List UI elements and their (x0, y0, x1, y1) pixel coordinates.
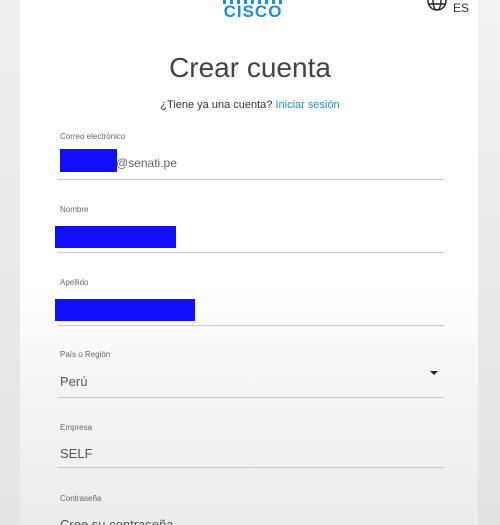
globe-icon (427, 0, 447, 11)
password-placeholder: Cree su contraseña (60, 517, 174, 525)
signin-prompt-text: ¿Tiene ya una cuenta? (160, 99, 273, 111)
logo-text: CISCO (223, 2, 283, 21)
last-name-redaction (55, 299, 195, 321)
country-underline (58, 397, 444, 398)
signin-prompt: ¿Tiene ya una cuenta? Iniciar sesión (0, 99, 500, 111)
create-account-page: CISCO ES Crear cuenta ¿Tiene ya una cuen… (0, 0, 500, 525)
signin-link[interactable]: Iniciar sesión (275, 99, 339, 111)
password-field[interactable]: Contraseña Cree su contraseña (58, 494, 444, 525)
country-label: País o Región (60, 350, 111, 359)
language-code: ES (453, 1, 470, 15)
first-name-underline (58, 252, 444, 253)
cisco-logo: CISCO (218, 0, 288, 26)
email-field[interactable]: Correo electrónico @senati.pe (58, 132, 444, 182)
page-title: Crear cuenta (169, 52, 331, 83)
email-label: Correo electrónico (60, 132, 126, 141)
email-underline (58, 179, 444, 180)
email-domain-suffix: @senati.pe (116, 156, 177, 170)
first-name-field[interactable]: Nombre (55, 205, 444, 255)
company-value: SELF (60, 446, 93, 461)
first-name-label: Nombre (60, 205, 89, 214)
last-name-field[interactable]: Apellido (55, 278, 444, 328)
company-underline (58, 467, 444, 468)
country-select[interactable]: País o Región Perú (58, 350, 444, 400)
chevron-down-icon[interactable] (430, 371, 438, 375)
email-redaction (60, 149, 117, 172)
last-name-underline (58, 325, 444, 326)
last-name-label: Apellido (60, 278, 89, 287)
company-label: Empresa (60, 423, 93, 432)
password-label: Contraseña (60, 494, 102, 503)
first-name-redaction (55, 226, 176, 248)
country-value: Perú (60, 374, 88, 389)
company-field[interactable]: Empresa SELF (58, 423, 444, 473)
